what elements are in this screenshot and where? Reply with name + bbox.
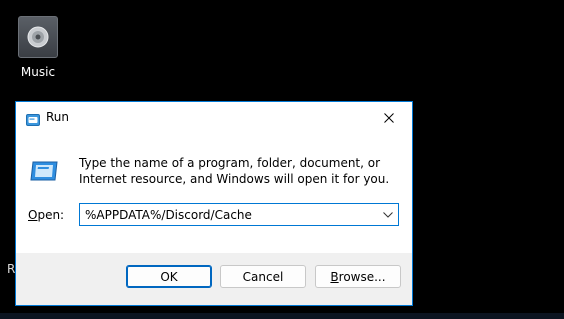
chevron-down-icon bbox=[383, 211, 393, 218]
desktop-icon-label: Music bbox=[20, 65, 56, 79]
open-input[interactable] bbox=[80, 204, 376, 225]
desktop-icon-music[interactable]: Music bbox=[10, 16, 66, 79]
dialog-titlebar[interactable]: Run bbox=[16, 102, 412, 133]
open-combobox[interactable] bbox=[79, 203, 399, 226]
run-program-icon bbox=[29, 160, 59, 186]
browse-button[interactable]: Browse... bbox=[315, 265, 401, 288]
open-label-rest: pen: bbox=[37, 208, 65, 222]
browse-accel: B bbox=[330, 269, 339, 284]
dialog-description: Type the name of a program, folder, docu… bbox=[79, 156, 390, 186]
ok-button[interactable]: OK bbox=[126, 265, 212, 288]
dialog-footer: OK Cancel Browse... bbox=[16, 253, 412, 305]
close-button[interactable] bbox=[366, 102, 412, 133]
run-app-icon bbox=[26, 111, 40, 130]
close-icon bbox=[384, 112, 394, 123]
dialog-title: Run bbox=[46, 110, 70, 124]
music-folder-icon bbox=[18, 16, 58, 58]
taskbar-edge bbox=[0, 313, 564, 319]
run-dialog: Run Type the name of a program, folder, … bbox=[15, 101, 413, 306]
open-label: Open: bbox=[28, 208, 64, 222]
browse-label-rest: rowse... bbox=[338, 269, 386, 284]
cancel-button[interactable]: Cancel bbox=[220, 265, 306, 288]
dialog-content: Type the name of a program, folder, docu… bbox=[16, 133, 412, 253]
open-dropdown-button[interactable] bbox=[378, 204, 398, 225]
